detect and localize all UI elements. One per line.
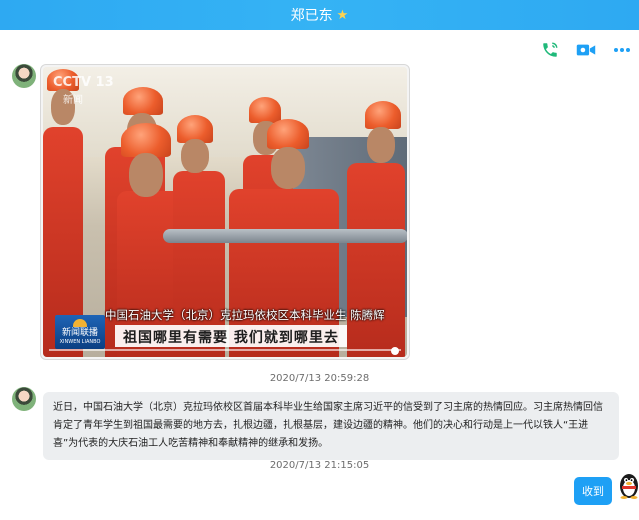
- program-logo: 新闻联播 XINWEN LIANBO: [55, 315, 105, 349]
- video-frame: CCTV 13 新闻 新闻联播 XINWEN LIANBO 中国石油大学（北京）…: [43, 67, 407, 357]
- contact-avatar[interactable]: [12, 387, 36, 411]
- contact-name: 郑已东: [290, 8, 333, 24]
- image-message[interactable]: CCTV 13 新闻 新闻联播 XINWEN LIANBO 中国石油大学（北京）…: [40, 64, 410, 360]
- message-timestamp: 2020/7/13 20:59:28: [269, 373, 370, 384]
- text-message[interactable]: 近日，中国石油大学（北京）克拉玛依校区首届本科毕业生给国家主席习近平的信受到了习…: [43, 392, 619, 460]
- video-progress-bar[interactable]: [49, 349, 401, 351]
- self-avatar[interactable]: [618, 471, 639, 501]
- sent-text-message[interactable]: 收到: [574, 477, 612, 505]
- channel-logo: CCTV 13: [53, 75, 114, 90]
- phone-icon[interactable]: [539, 39, 561, 61]
- video-caption-name: 中国石油大学（北京）克拉玛依校区本科毕业生 陈腾辉: [105, 308, 385, 322]
- more-icon[interactable]: [611, 39, 633, 61]
- contact-avatar[interactable]: [12, 64, 36, 88]
- window-title-bar: 郑已东 ★: [0, 0, 639, 30]
- chat-toolbar: [539, 38, 639, 62]
- channel-sub-logo: 新闻: [63, 95, 83, 106]
- message-timestamp: 2020/7/13 21:15:05: [269, 460, 370, 471]
- video-progress-knob[interactable]: [391, 347, 399, 355]
- star-icon: ★: [336, 7, 349, 23]
- video-call-icon[interactable]: [575, 39, 597, 61]
- video-caption-quote: 祖国哪里有需要 我们就到哪里去: [115, 325, 347, 347]
